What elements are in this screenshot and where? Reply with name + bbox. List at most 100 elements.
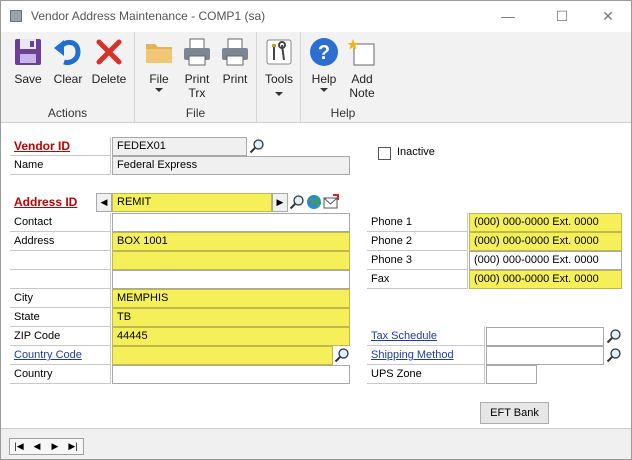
file-label: File xyxy=(149,72,169,86)
country-code-label[interactable]: Country Code xyxy=(10,346,111,365)
address-line-2-field[interactable] xyxy=(112,251,350,270)
phone-1-label: Phone 1 xyxy=(367,213,468,232)
file-group: File Print Trx Print File xyxy=(135,32,257,122)
delete-button[interactable]: Delete xyxy=(89,36,129,86)
actions-group-label: Actions xyxy=(47,106,88,120)
add-note-label-1: Add xyxy=(351,72,373,86)
address-lookup-icon[interactable] xyxy=(289,194,305,210)
folder-icon xyxy=(146,44,172,63)
eft-bank-button[interactable]: EFT Bank xyxy=(480,402,549,424)
tools-button[interactable]: Tools xyxy=(261,36,297,96)
tools-dropdown-caret-icon xyxy=(275,92,283,96)
clear-button[interactable]: Clear xyxy=(49,36,87,86)
tax-schedule-lookup-icon[interactable] xyxy=(606,328,622,344)
print-label: Print xyxy=(222,72,248,86)
phone-2-field[interactable]: (000) 000-0000 Ext. 0000 xyxy=(469,232,622,251)
undo-icon xyxy=(54,40,81,65)
file-group-label: File xyxy=(185,106,206,120)
inactive-checkbox[interactable] xyxy=(378,147,391,160)
phone-3-label: Phone 3 xyxy=(367,251,468,270)
name-label: Name xyxy=(10,156,111,175)
shipping-method-label[interactable]: Shipping Method xyxy=(367,346,485,365)
clear-label: Clear xyxy=(53,72,83,86)
ups-zone-label: UPS Zone xyxy=(367,365,485,384)
address-spacer-label xyxy=(10,251,111,270)
save-icon xyxy=(15,39,41,65)
tax-schedule-label[interactable]: Tax Schedule xyxy=(367,327,485,346)
address-id-field[interactable]: REMIT xyxy=(112,193,272,212)
city-label: City xyxy=(10,289,111,308)
city-field[interactable]: MEMPHIS xyxy=(112,289,350,308)
address-line-3-field[interactable] xyxy=(112,270,350,289)
address-label: Address xyxy=(10,232,111,251)
state-field[interactable]: TB xyxy=(112,308,350,327)
tools-label: Tools xyxy=(264,72,293,86)
state-label: State xyxy=(10,308,111,327)
record-navigation: |◀ ◀ ▶ ▶| xyxy=(9,438,84,455)
phone-1-field[interactable]: (000) 000-0000 Ext. 0000 xyxy=(469,213,622,232)
first-record-icon[interactable]: |◀ xyxy=(11,439,27,454)
print-trx-button[interactable]: Print Trx xyxy=(179,36,215,100)
country-field[interactable] xyxy=(112,365,350,384)
next-record-icon[interactable]: ▶ xyxy=(47,439,63,454)
help-question-icon: ? xyxy=(310,38,338,66)
inactive-label: Inactive xyxy=(397,146,435,158)
ribbon-toolbar: Save Clear Delete Actions File Print Trx… xyxy=(1,32,631,123)
vendor-address-window: Vendor Address Maintenance - COMP1 (sa) … xyxy=(0,0,632,460)
contact-label: Contact xyxy=(10,213,111,232)
minimize-button[interactable]: — xyxy=(485,5,531,27)
note-icon xyxy=(347,39,375,66)
phone-2-label: Phone 2 xyxy=(367,232,468,251)
close-button[interactable]: ✕ xyxy=(585,5,631,27)
vendor-address-form: Vendor ID FEDEX01 Name Federal Express I… xyxy=(1,123,631,428)
phone-3-field[interactable]: (000) 000-0000 Ext. 0000 xyxy=(469,251,622,270)
globe-icon[interactable] xyxy=(306,194,322,210)
save-label: Save xyxy=(14,72,42,86)
shipping-method-field[interactable] xyxy=(486,346,604,365)
name-field: Federal Express xyxy=(112,156,350,175)
file-menu-button[interactable]: File xyxy=(141,36,177,92)
app-icon xyxy=(10,10,22,22)
vendor-id-field[interactable]: FEDEX01 xyxy=(112,137,247,156)
tools-group: Tools xyxy=(257,32,301,122)
save-button[interactable]: Save xyxy=(9,36,47,86)
previous-record-icon[interactable]: ◀ xyxy=(29,439,45,454)
previous-address-button[interactable]: ◀ xyxy=(96,193,112,212)
fax-field[interactable]: (000) 000-0000 Ext. 0000 xyxy=(469,270,622,289)
help-group: ? Help Add Note Help xyxy=(301,32,385,122)
vendor-lookup-icon[interactable] xyxy=(249,138,265,154)
title-bar: Vendor Address Maintenance - COMP1 (sa) … xyxy=(1,1,631,32)
tax-schedule-field[interactable] xyxy=(486,327,604,346)
delete-label: Delete xyxy=(91,72,127,86)
contact-field[interactable] xyxy=(112,213,350,232)
maximize-button[interactable]: ☐ xyxy=(539,5,585,27)
help-label: Help xyxy=(311,72,337,86)
next-address-button[interactable]: ▶ xyxy=(272,193,288,212)
help-group-label: Help xyxy=(330,106,356,120)
zip-code-field[interactable]: 44445 xyxy=(112,327,350,346)
add-note-button[interactable]: Add Note xyxy=(343,36,381,100)
printer-icon xyxy=(222,38,248,66)
email-icon[interactable] xyxy=(323,194,339,210)
help-button[interactable]: ? Help xyxy=(305,36,343,92)
add-note-label-2: Note xyxy=(349,86,375,100)
vendor-id-label[interactable]: Vendor ID xyxy=(10,137,111,156)
svg-text:?: ? xyxy=(318,42,330,64)
delete-x-icon xyxy=(96,39,122,65)
country-code-lookup-icon[interactable] xyxy=(334,347,350,363)
tools-icon xyxy=(266,39,292,65)
print-trx-label-1: Print xyxy=(184,72,210,86)
status-bar: |◀ ◀ ▶ ▶| xyxy=(1,428,631,459)
ups-zone-field[interactable] xyxy=(486,365,537,384)
file-dropdown-caret-icon xyxy=(155,88,163,92)
window-title: Vendor Address Maintenance - COMP1 (sa) xyxy=(31,9,266,23)
country-code-field[interactable] xyxy=(112,346,333,365)
address-id-label[interactable]: Address ID xyxy=(10,193,96,212)
help-dropdown-caret-icon xyxy=(320,88,328,92)
shipping-method-lookup-icon[interactable] xyxy=(606,347,622,363)
address-line-1-field[interactable]: BOX 1001 xyxy=(112,232,350,251)
address-spacer-label xyxy=(10,270,111,289)
print-button[interactable]: Print xyxy=(217,36,253,86)
last-record-icon[interactable]: ▶| xyxy=(65,439,81,454)
fax-label: Fax xyxy=(367,270,468,289)
